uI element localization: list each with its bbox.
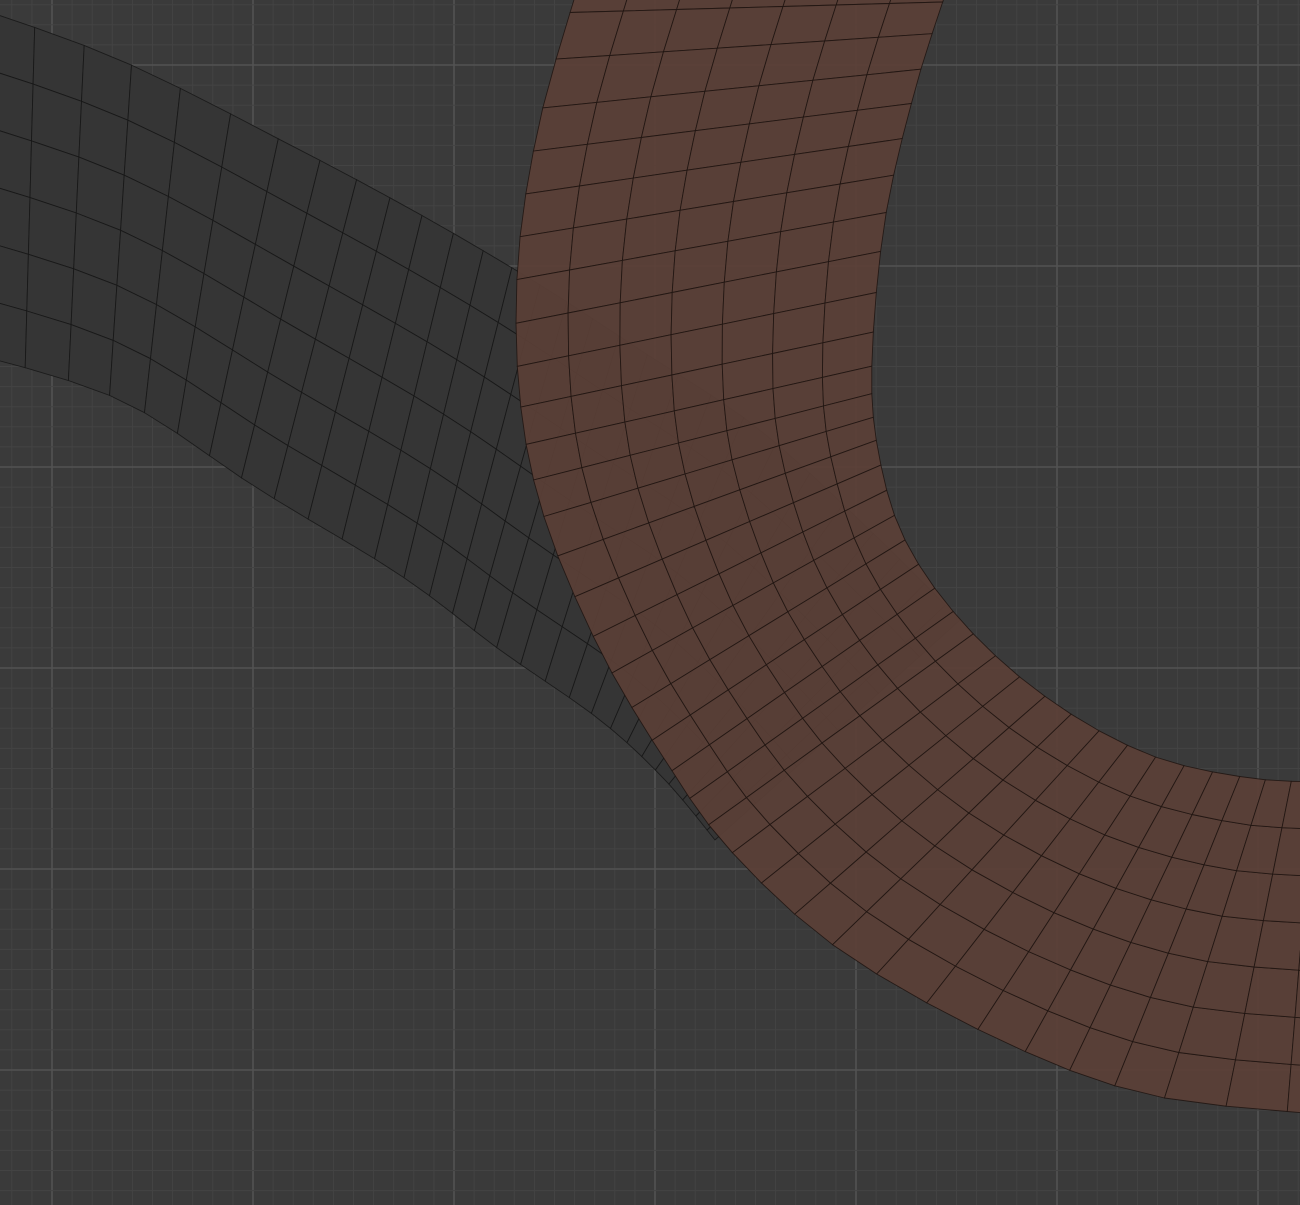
viewport-scene[interactable] <box>0 0 1300 1205</box>
mesh-face <box>0 245 29 312</box>
selected-curve-mesh[interactable] <box>515 0 1300 1115</box>
mesh-face <box>1244 966 1300 1018</box>
mesh-face <box>0 302 28 369</box>
mesh-face <box>0 15 36 85</box>
mesh-face <box>877 1 944 38</box>
3d-viewport[interactable] <box>0 0 1300 1205</box>
mesh-face <box>1234 1012 1296 1065</box>
mesh-face <box>1225 1059 1292 1112</box>
